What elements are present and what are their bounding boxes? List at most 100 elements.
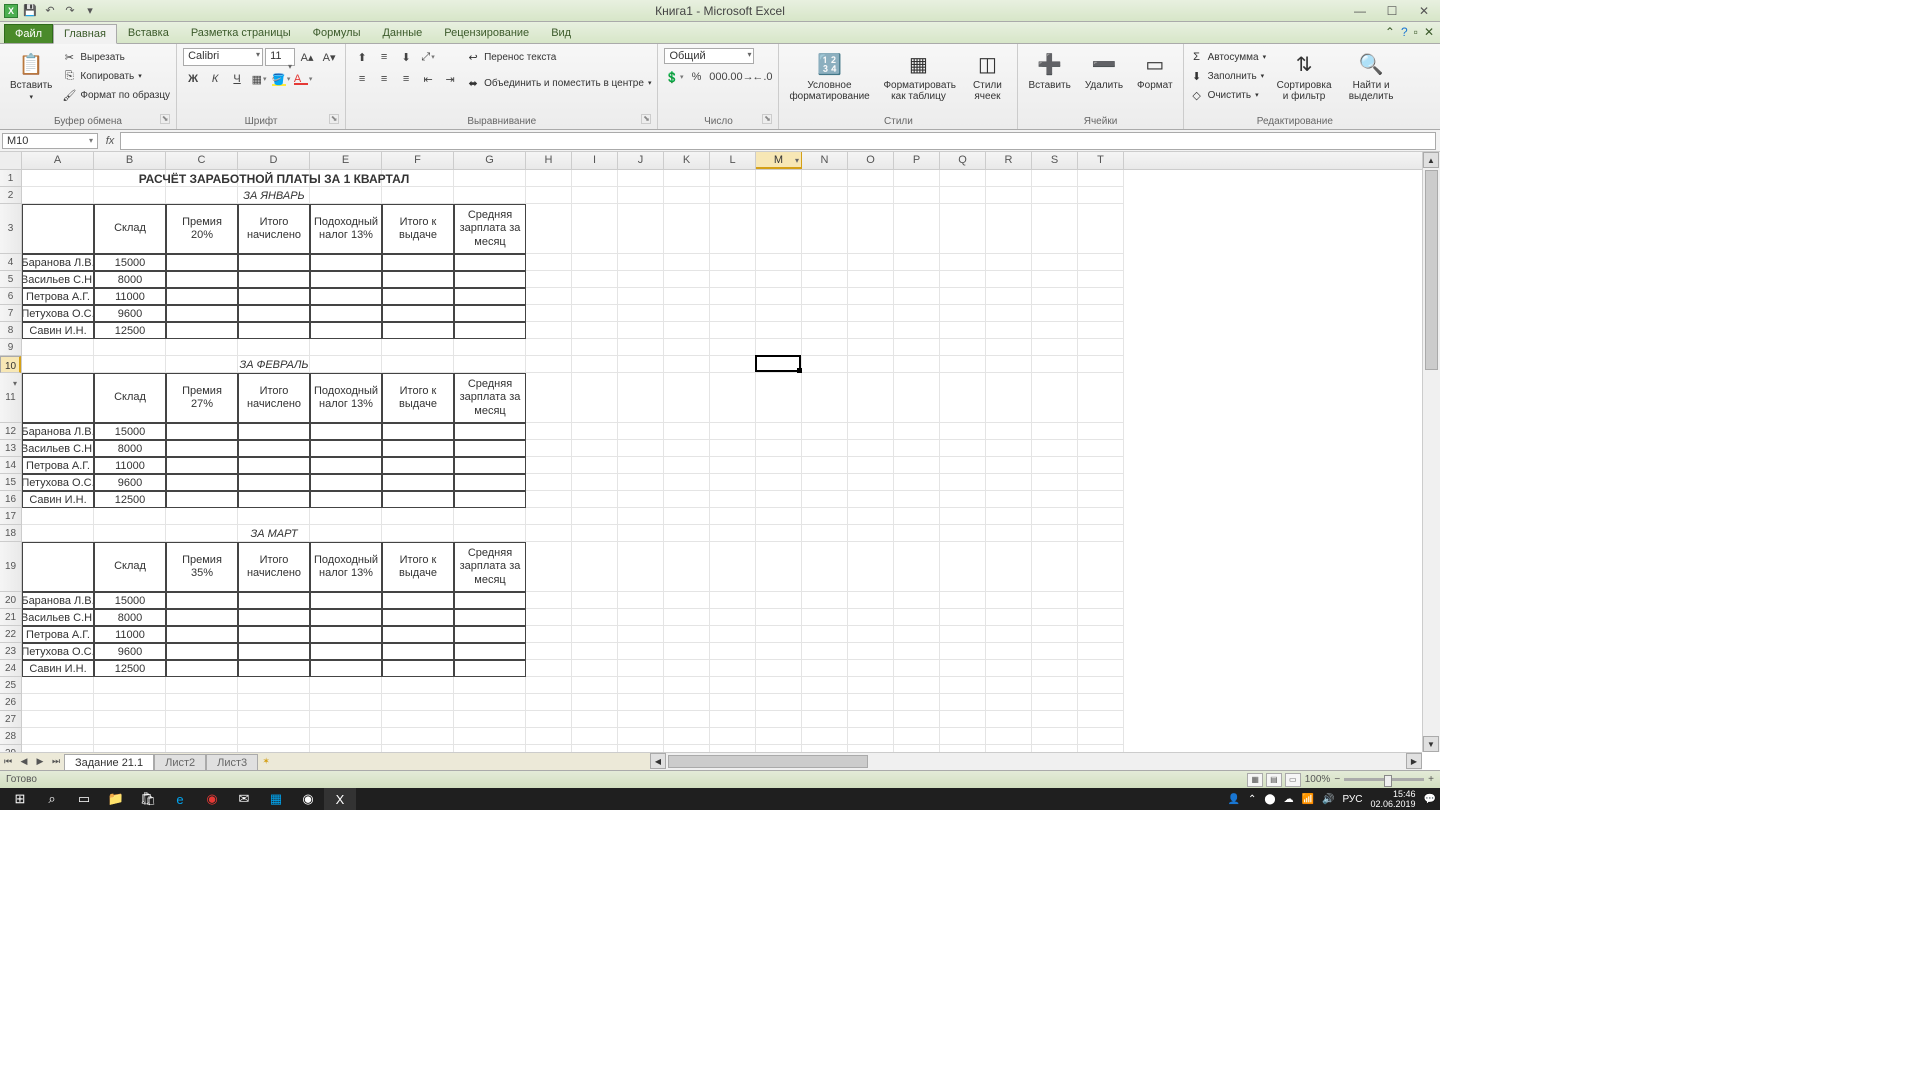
cell-T21[interactable] — [1078, 609, 1124, 626]
cell-R19[interactable] — [986, 542, 1032, 592]
cell-S9[interactable] — [1032, 339, 1078, 356]
row-headers[interactable]: 1234567891011121314151617181920212223242… — [0, 170, 22, 752]
cell-A21[interactable]: Васильев С.Н. — [22, 609, 94, 626]
cell-T12[interactable] — [1078, 423, 1124, 440]
sheet-nav-prev-icon[interactable]: ◀ — [16, 756, 32, 767]
clear-button[interactable]: ◇Очистить▾ — [1190, 86, 1267, 104]
cell-B25[interactable] — [94, 677, 166, 694]
cell-S1[interactable] — [1032, 170, 1078, 187]
horizontal-scrollbar[interactable]: ◀ ▶ — [650, 752, 1422, 770]
cell-N22[interactable] — [802, 626, 848, 643]
cell-A17[interactable] — [22, 508, 94, 525]
fill-button[interactable]: ⬇Заполнить▾ — [1190, 67, 1267, 85]
cell-J19[interactable] — [618, 542, 664, 592]
cell-C19[interactable]: Премия 35% — [166, 542, 238, 592]
cell-C9[interactable] — [166, 339, 238, 356]
tab-page-layout[interactable]: Разметка страницы — [180, 23, 302, 43]
cell-E15[interactable] — [310, 474, 382, 491]
row-header-27[interactable]: 27 — [0, 711, 21, 728]
month-label-mar[interactable]: ЗА МАРТ — [22, 525, 526, 542]
cell-J9[interactable] — [618, 339, 664, 356]
save-icon[interactable]: 💾 — [22, 3, 38, 19]
cell-J8[interactable] — [618, 322, 664, 339]
cell-P12[interactable] — [894, 423, 940, 440]
cell-O18[interactable] — [848, 525, 894, 542]
cell-Q14[interactable] — [940, 457, 986, 474]
cell-K10[interactable] — [664, 356, 710, 373]
cell-I22[interactable] — [572, 626, 618, 643]
cell-D26[interactable] — [238, 694, 310, 711]
cell-O16[interactable] — [848, 491, 894, 508]
cell-A23[interactable]: Петухова О.С. — [22, 643, 94, 660]
col-header-A[interactable]: A — [22, 152, 94, 169]
align-top-icon[interactable]: ⬆ — [352, 48, 372, 66]
cell-I28[interactable] — [572, 728, 618, 745]
row-header-25[interactable]: 25 — [0, 677, 21, 694]
cell-R14[interactable] — [986, 457, 1032, 474]
cell-G7[interactable] — [454, 305, 526, 322]
cell-J10[interactable] — [618, 356, 664, 373]
col-header-I[interactable]: I — [572, 152, 618, 169]
cell-I19[interactable] — [572, 542, 618, 592]
cell-O9[interactable] — [848, 339, 894, 356]
cell-L25[interactable] — [710, 677, 756, 694]
cell-D12[interactable] — [238, 423, 310, 440]
row-header-7[interactable]: 7 — [0, 305, 21, 322]
cell-F3[interactable]: Итого к выдаче — [382, 204, 454, 254]
cell-F14[interactable] — [382, 457, 454, 474]
cell-Q28[interactable] — [940, 728, 986, 745]
cell-I15[interactable] — [572, 474, 618, 491]
cell-G23[interactable] — [454, 643, 526, 660]
cell-Q9[interactable] — [940, 339, 986, 356]
cell-E9[interactable] — [310, 339, 382, 356]
cell-E6[interactable] — [310, 288, 382, 305]
cell-B17[interactable] — [94, 508, 166, 525]
cell-T9[interactable] — [1078, 339, 1124, 356]
cell-J15[interactable] — [618, 474, 664, 491]
cell-B13[interactable]: 8000 — [94, 440, 166, 457]
minimize-button[interactable]: — — [1348, 3, 1372, 19]
cell-F20[interactable] — [382, 592, 454, 609]
cell-K20[interactable] — [664, 592, 710, 609]
cell-A11[interactable] — [22, 373, 94, 423]
increase-indent-icon[interactable]: ⇥ — [440, 70, 460, 88]
col-header-B[interactable]: B — [94, 152, 166, 169]
row-header-16[interactable]: 16 — [0, 491, 21, 508]
scroll-left-icon[interactable]: ◀ — [650, 753, 666, 769]
task-view-icon[interactable]: ▭ — [68, 788, 100, 810]
cell-O26[interactable] — [848, 694, 894, 711]
cell-M9[interactable] — [756, 339, 802, 356]
cell-Q8[interactable] — [940, 322, 986, 339]
cell-R10[interactable] — [986, 356, 1032, 373]
cell-I26[interactable] — [572, 694, 618, 711]
cell-A7[interactable]: Петухова О.С. — [22, 305, 94, 322]
cell-T4[interactable] — [1078, 254, 1124, 271]
cell-B15[interactable]: 9600 — [94, 474, 166, 491]
cell-I17[interactable] — [572, 508, 618, 525]
row-header-3[interactable]: 3 — [0, 204, 21, 254]
tab-file[interactable]: Файл — [4, 24, 53, 43]
cell-M5[interactable] — [756, 271, 802, 288]
cell-R28[interactable] — [986, 728, 1032, 745]
cell-D8[interactable] — [238, 322, 310, 339]
cell-J11[interactable] — [618, 373, 664, 423]
cell-B8[interactable]: 12500 — [94, 322, 166, 339]
cell-L10[interactable] — [710, 356, 756, 373]
cell-K18[interactable] — [664, 525, 710, 542]
cell-P16[interactable] — [894, 491, 940, 508]
merge-center-button[interactable]: ⬌Объединить и поместить в центре▾ — [466, 74, 651, 92]
cell-T16[interactable] — [1078, 491, 1124, 508]
cell-M2[interactable] — [756, 187, 802, 204]
cell-F9[interactable] — [382, 339, 454, 356]
cell-M17[interactable] — [756, 508, 802, 525]
cell-O6[interactable] — [848, 288, 894, 305]
row-header-20[interactable]: 20 — [0, 592, 21, 609]
cell-K12[interactable] — [664, 423, 710, 440]
cell-R26[interactable] — [986, 694, 1032, 711]
cell-L9[interactable] — [710, 339, 756, 356]
row-header-18[interactable]: 18 — [0, 525, 21, 542]
cell-N6[interactable] — [802, 288, 848, 305]
tab-formulas[interactable]: Формулы — [302, 23, 372, 43]
row-header-23[interactable]: 23 — [0, 643, 21, 660]
cell-M25[interactable] — [756, 677, 802, 694]
